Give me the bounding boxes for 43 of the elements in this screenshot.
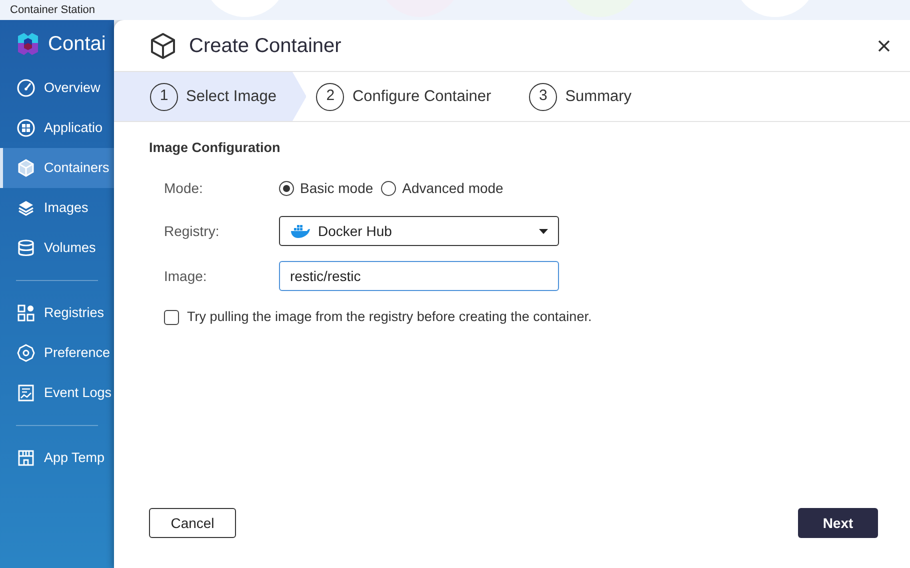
- radio-button[interactable]: [279, 180, 294, 196]
- grid-icon: [16, 118, 36, 138]
- database-icon: [16, 238, 36, 258]
- section-title: Image Configuration: [149, 139, 282, 157]
- caret-icon: [539, 228, 548, 234]
- checkbox-label: Try pulling the image from the registry before creating the container.: [187, 308, 592, 326]
- next-button[interactable]: Next: [798, 508, 878, 538]
- field-label: Mode:: [164, 178, 204, 198]
- sidebar-item[interactable]: Images: [0, 188, 114, 228]
- radio-button[interactable]: [381, 180, 396, 196]
- layers-icon: [16, 198, 36, 218]
- app-logo-icon: [16, 32, 40, 56]
- sidebar-item[interactable]: Volumes: [0, 228, 114, 268]
- cancel-button[interactable]: Cancel: [149, 508, 236, 538]
- sidebar-item[interactable]: Event Logs: [0, 373, 114, 413]
- box-icon: [149, 32, 177, 60]
- storefront-icon: [16, 448, 36, 468]
- field-label: Image:: [164, 266, 208, 286]
- cube-icon: [16, 158, 36, 178]
- sidebar-item[interactable]: Applicatio: [0, 108, 114, 148]
- sidebar-item[interactable]: App Temp: [0, 438, 114, 478]
- radio-label: Basic mode: [300, 178, 374, 198]
- field-label: Registry:: [164, 222, 220, 241]
- checkbox[interactable]: [164, 310, 179, 325]
- sidebar-item[interactable]: Preference: [0, 333, 114, 373]
- radio-label: Advanced mode: [402, 178, 504, 198]
- wizard-step[interactable]: 2 Configure Container: [306, 72, 520, 121]
- settings-icon: [16, 343, 36, 363]
- registry-icon: [16, 303, 36, 323]
- app-title: Container Station: [10, 2, 95, 18]
- close-icon: [878, 40, 890, 52]
- wizard-step[interactable]: 1 Select Image: [114, 72, 306, 121]
- whale-icon: [290, 224, 310, 238]
- chart-document-icon: [16, 383, 36, 403]
- gauge-icon: [16, 78, 36, 98]
- sidebar-item[interactable]: Containers: [0, 148, 114, 188]
- sidebar-item[interactable]: Registries: [0, 293, 114, 333]
- brand-title: Contai: [48, 32, 106, 57]
- dialog-title: Create Container: [189, 34, 342, 58]
- wizard-step[interactable]: 3 Summary: [519, 72, 660, 121]
- registry-dropdown[interactable]: Docker Hub: [279, 216, 559, 246]
- sidebar-item[interactable]: Overview: [0, 68, 114, 108]
- image-input-field[interactable]: restic/restic: [279, 261, 559, 292]
